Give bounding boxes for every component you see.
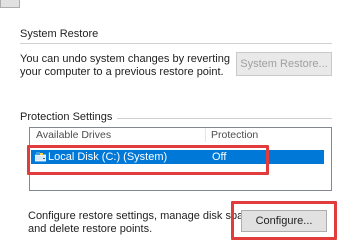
group-divider [20, 43, 332, 44]
configure-description-line1: Configure restore settings, manage disk … [28, 210, 258, 222]
partial-button[interactable] [0, 0, 20, 8]
column-header-drives[interactable]: Available Drives [36, 128, 112, 142]
highlight-box-configure-button [231, 201, 337, 240]
column-separator[interactable] [205, 128, 206, 142]
system-restore-description-line2: your computer to a previous restore poin… [20, 66, 224, 78]
group-divider [117, 118, 332, 119]
system-restore-description-line1: You can undo system changes by reverting [20, 53, 230, 65]
system-restore-group-title: System Restore [20, 28, 99, 40]
highlight-box-drive-row [27, 145, 269, 175]
system-restore-button[interactable]: System Restore... [236, 52, 332, 76]
protection-settings-group-title: Protection Settings [20, 111, 113, 123]
configure-description-line2: and delete restore points. [28, 223, 153, 235]
column-header-protection[interactable]: Protection [211, 128, 259, 142]
